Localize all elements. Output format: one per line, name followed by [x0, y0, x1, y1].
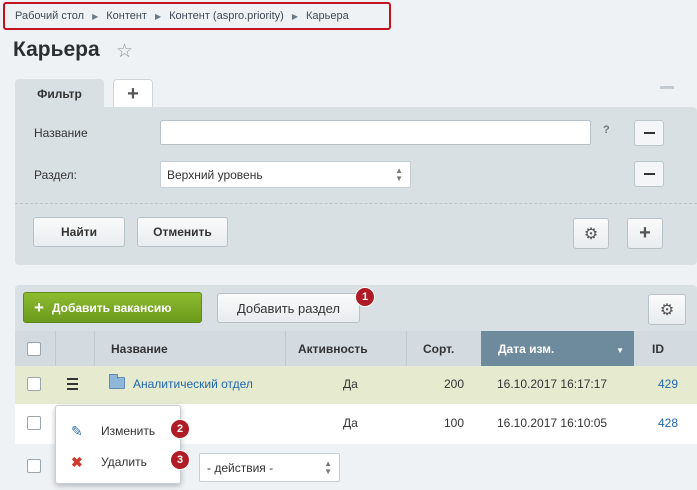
column-divider [94, 331, 95, 366]
select-arrows-icon: ▲ ▼ [395, 166, 403, 183]
breadcrumb-item-content-aspro[interactable]: Контент (aspro.priority) [169, 10, 284, 22]
page-title: Карьера [13, 38, 100, 61]
breadcrumb-item-career[interactable]: Карьера [306, 10, 349, 22]
row-date: 16.10.2017 16:17:17 [497, 377, 608, 391]
filter-name-input[interactable] [160, 120, 591, 145]
filter-section-value: Верхний уровень [167, 168, 263, 182]
gear-icon: ⚙ [659, 301, 675, 319]
group-actions-select[interactable]: - действия - ▲ ▼ [199, 453, 340, 482]
cancel-button[interactable]: Отменить [137, 217, 228, 247]
column-divider [55, 331, 56, 366]
delete-x-icon: ✖ [71, 454, 83, 470]
row-active: Да [343, 377, 358, 391]
menu-item-edit[interactable]: ✎ Изменить [56, 416, 182, 446]
column-divider [406, 331, 407, 366]
star-favorite-icon[interactable]: ☆ [116, 40, 133, 63]
minus-icon [643, 173, 655, 175]
filter-divider [15, 203, 697, 204]
filter-name-label: Название [34, 126, 88, 140]
add-vacancy-button[interactable]: + Добавить вакансию [23, 292, 202, 323]
column-header-active[interactable]: Активность [298, 331, 368, 366]
find-button[interactable]: Найти [33, 217, 125, 247]
plus-icon: + [34, 298, 44, 317]
breadcrumb-item-content[interactable]: Контент [106, 10, 147, 22]
group-actions-value: - действия - [207, 461, 274, 475]
menu-item-delete-label: Удалить [101, 455, 147, 469]
column-header-sort[interactable]: Сорт. [423, 331, 454, 366]
add-filter-field-button[interactable]: + [627, 218, 663, 249]
row-name-link[interactable]: Аналитический отдел [133, 377, 253, 391]
column-divider [285, 331, 286, 366]
column-header-date[interactable]: Дата изм. ▼ [481, 331, 634, 366]
pencil-edit-icon: ✎ [71, 423, 83, 439]
column-header-name[interactable]: Название [111, 331, 168, 366]
breadcrumb-item-desktop[interactable]: Рабочий стол [15, 10, 84, 22]
add-section-button[interactable]: Добавить раздел [217, 293, 360, 323]
step-badge-1: 1 [355, 287, 375, 307]
filter-section-label: Раздел: [34, 168, 77, 182]
row-context-menu: ✎ Изменить ✖ Удалить [55, 405, 181, 484]
help-icon[interactable]: ? [603, 124, 610, 136]
remove-name-field-button[interactable] [634, 120, 664, 146]
sort-desc-icon: ▼ [616, 346, 624, 355]
folder-icon [109, 374, 125, 389]
remove-section-field-button[interactable] [634, 161, 664, 187]
row-id[interactable]: 429 [658, 377, 678, 391]
column-header-date-label: Дата изм. [498, 341, 555, 356]
menu-item-edit-label: Изменить [101, 424, 156, 438]
minus-icon [643, 132, 655, 134]
collapse-filter-icon[interactable] [660, 86, 674, 89]
tab-filter[interactable]: Фильтр [15, 79, 104, 108]
row-checkbox[interactable] [27, 377, 41, 391]
footer-select-checkbox[interactable] [27, 459, 41, 473]
column-header-id[interactable]: ID [652, 331, 664, 366]
add-filter-tab-button[interactable]: + [113, 79, 153, 108]
chevron-right-icon: ▶ [92, 11, 99, 21]
filter-settings-button[interactable]: ⚙ [573, 218, 609, 249]
step-badge-3: 3 [170, 450, 190, 470]
list-settings-button[interactable]: ⚙ [648, 294, 686, 325]
chevron-right-icon: ▶ [291, 11, 298, 21]
row-id[interactable]: 428 [658, 416, 678, 430]
breadcrumb: Рабочий стол ▶ Контент ▶ Контент (aspro.… [3, 2, 391, 30]
row-checkbox[interactable] [27, 416, 41, 430]
row-menu-icon[interactable] [67, 378, 78, 393]
add-vacancy-label: Добавить вакансию [51, 300, 172, 315]
filter-section-select[interactable]: Верхний уровень ▲ ▼ [160, 161, 411, 188]
menu-item-delete[interactable]: ✖ Удалить [56, 447, 182, 477]
row-active: Да [343, 416, 358, 430]
row-sort: 200 [444, 377, 465, 391]
chevron-right-icon: ▶ [154, 11, 162, 21]
step-badge-2: 2 [170, 419, 190, 439]
select-arrows-icon: ▲ ▼ [324, 459, 332, 476]
gear-icon: ⚙ [583, 225, 599, 243]
row-date: 16.10.2017 16:10:05 [497, 416, 608, 430]
row-sort: 100 [444, 416, 465, 430]
select-all-checkbox[interactable] [27, 342, 41, 356]
plus-icon: + [639, 222, 651, 244]
